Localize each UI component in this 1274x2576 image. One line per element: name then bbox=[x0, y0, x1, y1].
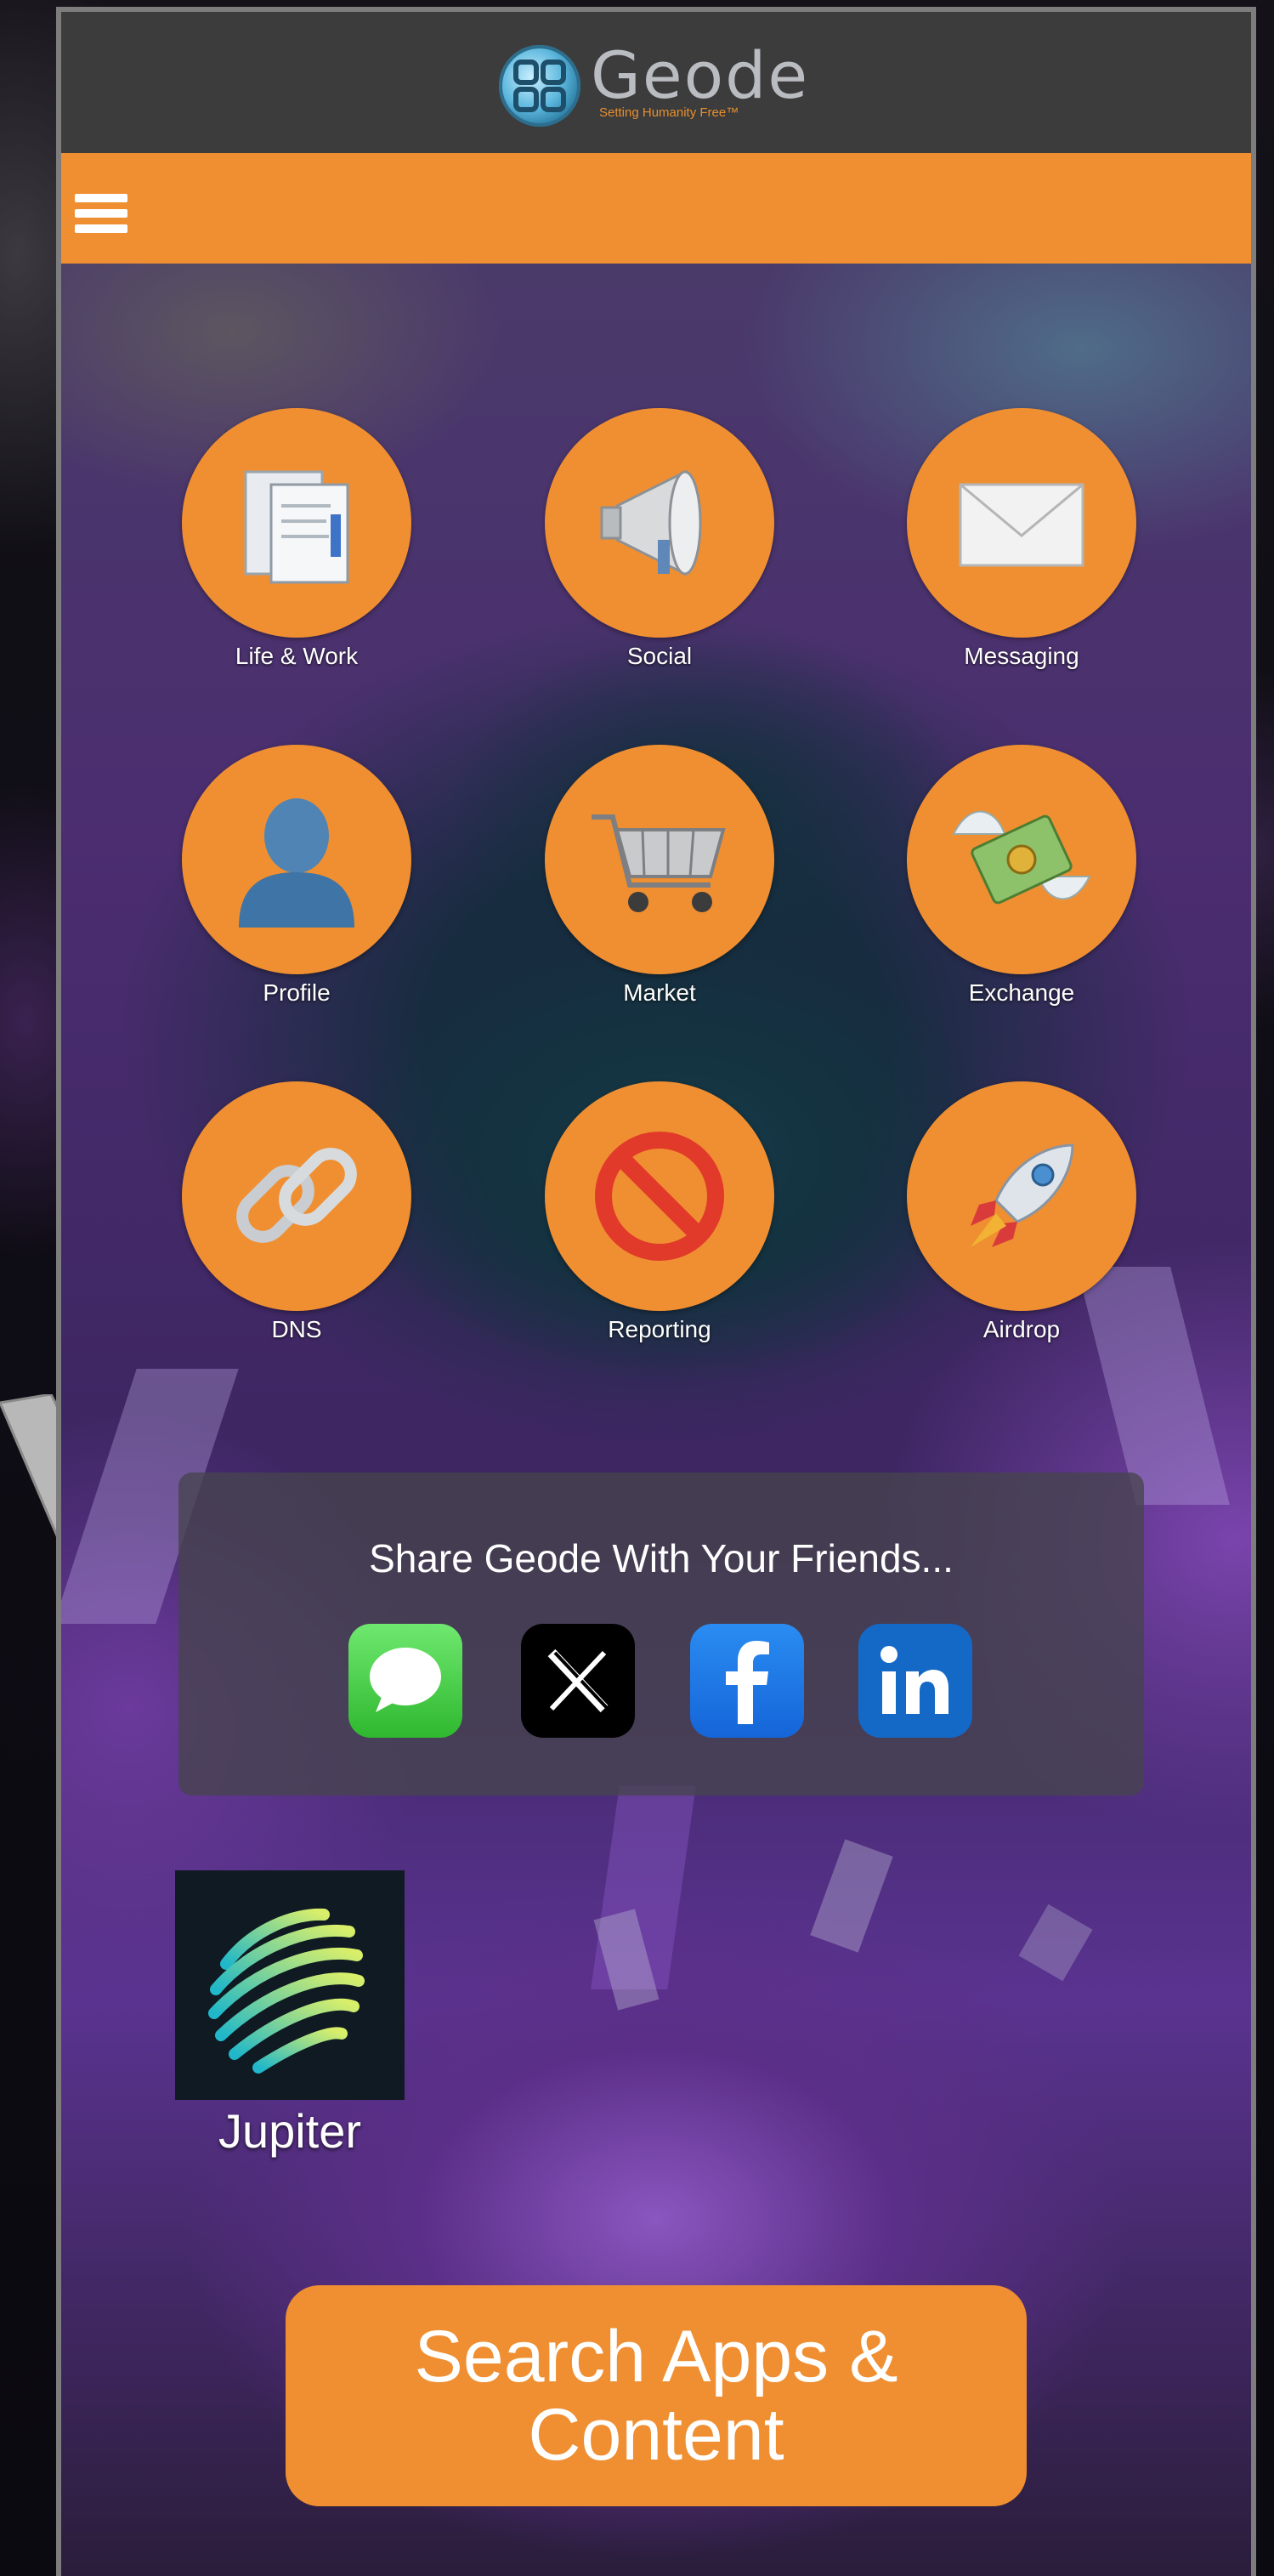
tile-exchange[interactable]: Exchange bbox=[907, 745, 1136, 1007]
shopping-cart-icon bbox=[545, 745, 774, 974]
x-icon[interactable] bbox=[521, 1624, 635, 1738]
tile-life-work[interactable]: Life & Work bbox=[182, 408, 411, 670]
brand-logo[interactable]: Geode Setting Humanity Free™ bbox=[499, 39, 809, 133]
top-bar: Geode Setting Humanity Free™ bbox=[61, 12, 1251, 156]
tile-reporting[interactable]: Reporting bbox=[545, 1081, 774, 1343]
tile-label: Reporting bbox=[608, 1316, 711, 1342]
documents-icon bbox=[182, 408, 411, 638]
brand-name: Geode bbox=[591, 37, 810, 113]
jupiter-logo-icon bbox=[175, 1870, 405, 2100]
rocket-icon bbox=[907, 1081, 1136, 1311]
megaphone-icon bbox=[545, 408, 774, 638]
tile-label: Market bbox=[623, 979, 696, 1006]
tile-label: Life & Work bbox=[235, 643, 359, 669]
app-frame: Geode Setting Humanity Free™ Life & Work… bbox=[56, 7, 1256, 2576]
hamburger-menu-icon[interactable] bbox=[75, 194, 127, 233]
tile-social[interactable]: Social bbox=[545, 408, 774, 670]
geode-logo-icon bbox=[499, 45, 580, 127]
tile-label: Profile bbox=[263, 979, 331, 1006]
jupiter-label: Jupiter bbox=[218, 2104, 362, 2158]
messages-icon[interactable] bbox=[348, 1624, 462, 1738]
tile-label: Exchange bbox=[968, 979, 1075, 1006]
nav-bar bbox=[61, 153, 1251, 264]
tile-label: Social bbox=[626, 643, 693, 669]
tile-market[interactable]: Market bbox=[545, 745, 774, 1007]
tile-label: Messaging bbox=[964, 643, 1079, 669]
tile-dns[interactable]: DNS bbox=[182, 1081, 411, 1343]
tile-messaging[interactable]: Messaging bbox=[907, 408, 1136, 670]
jupiter-app[interactable]: Jupiter bbox=[175, 1870, 405, 2159]
facebook-icon[interactable] bbox=[690, 1624, 804, 1738]
linkedin-icon[interactable] bbox=[858, 1624, 972, 1738]
user-silhouette-icon bbox=[182, 745, 411, 974]
tile-profile[interactable]: Profile bbox=[182, 745, 411, 1007]
money-with-wings-icon bbox=[907, 745, 1136, 974]
prohibited-icon bbox=[545, 1081, 774, 1311]
tile-airdrop[interactable]: Airdrop bbox=[907, 1081, 1136, 1343]
tile-label: DNS bbox=[271, 1316, 322, 1342]
brand-tagline: Setting Humanity Free™ bbox=[599, 105, 739, 120]
tile-label: Airdrop bbox=[982, 1316, 1061, 1342]
share-panel: Share Geode With Your Friends... bbox=[178, 1472, 1144, 1796]
search-apps-button[interactable]: Search Apps & Content bbox=[286, 2285, 1027, 2506]
chain-link-icon bbox=[182, 1081, 411, 1311]
share-title: Share Geode With Your Friends... bbox=[369, 1536, 954, 1580]
envelope-icon bbox=[907, 408, 1136, 638]
